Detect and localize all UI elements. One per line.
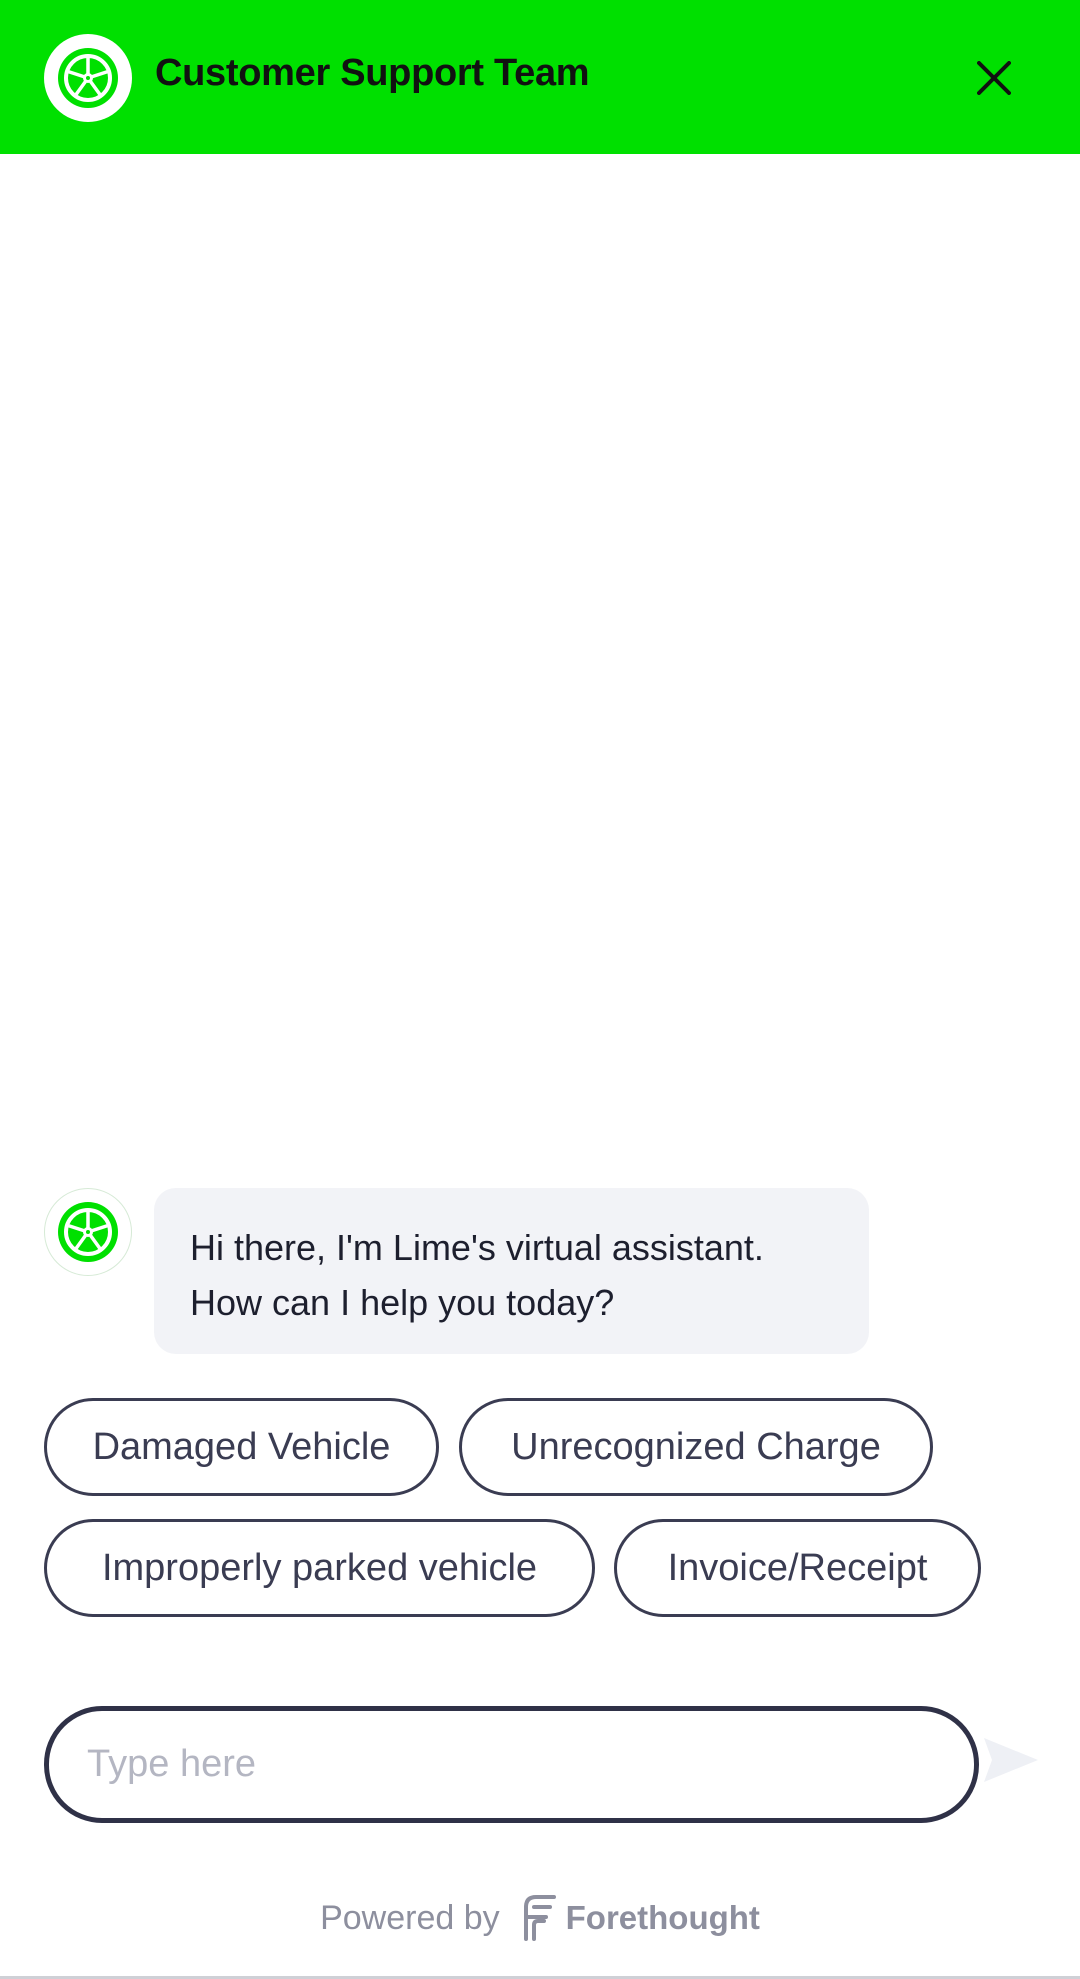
quick-reply-invoice-receipt[interactable]: Invoice/Receipt (614, 1519, 981, 1617)
send-icon (984, 1738, 1038, 1782)
powered-by-label: Powered by (320, 1898, 500, 1937)
lime-wheel-icon (58, 1202, 118, 1262)
forethought-logo: Forethought (520, 1893, 760, 1943)
bot-avatar (44, 1188, 132, 1276)
bot-message-line: Hi there, I'm Lime's virtual assistant. (190, 1227, 764, 1268)
header-logo (44, 34, 132, 122)
send-button[interactable] (982, 1734, 1040, 1786)
close-button[interactable] (968, 52, 1020, 104)
message-input[interactable] (87, 1743, 907, 1786)
close-icon (977, 61, 1011, 95)
bot-message-bubble: Hi there, I'm Lime's virtual assistant. … (154, 1188, 869, 1354)
header-title: Customer Support Team (155, 52, 590, 94)
bot-message-line: How can I help you today? (190, 1282, 615, 1323)
powered-by-footer: Powered by Forethought (0, 1890, 1080, 1946)
chat-header: Customer Support Team (0, 0, 1080, 154)
quick-reply-damaged-vehicle[interactable]: Damaged Vehicle (44, 1398, 439, 1496)
forethought-brand: Forethought (565, 1899, 760, 1936)
lime-wheel-icon (58, 48, 118, 108)
message-input-container[interactable] (44, 1706, 979, 1823)
forethought-icon (523, 1895, 556, 1941)
quick-reply-unrecognized-charge[interactable]: Unrecognized Charge (459, 1398, 933, 1496)
quick-reply-improperly-parked-vehicle[interactable]: Improperly parked vehicle (44, 1519, 595, 1617)
